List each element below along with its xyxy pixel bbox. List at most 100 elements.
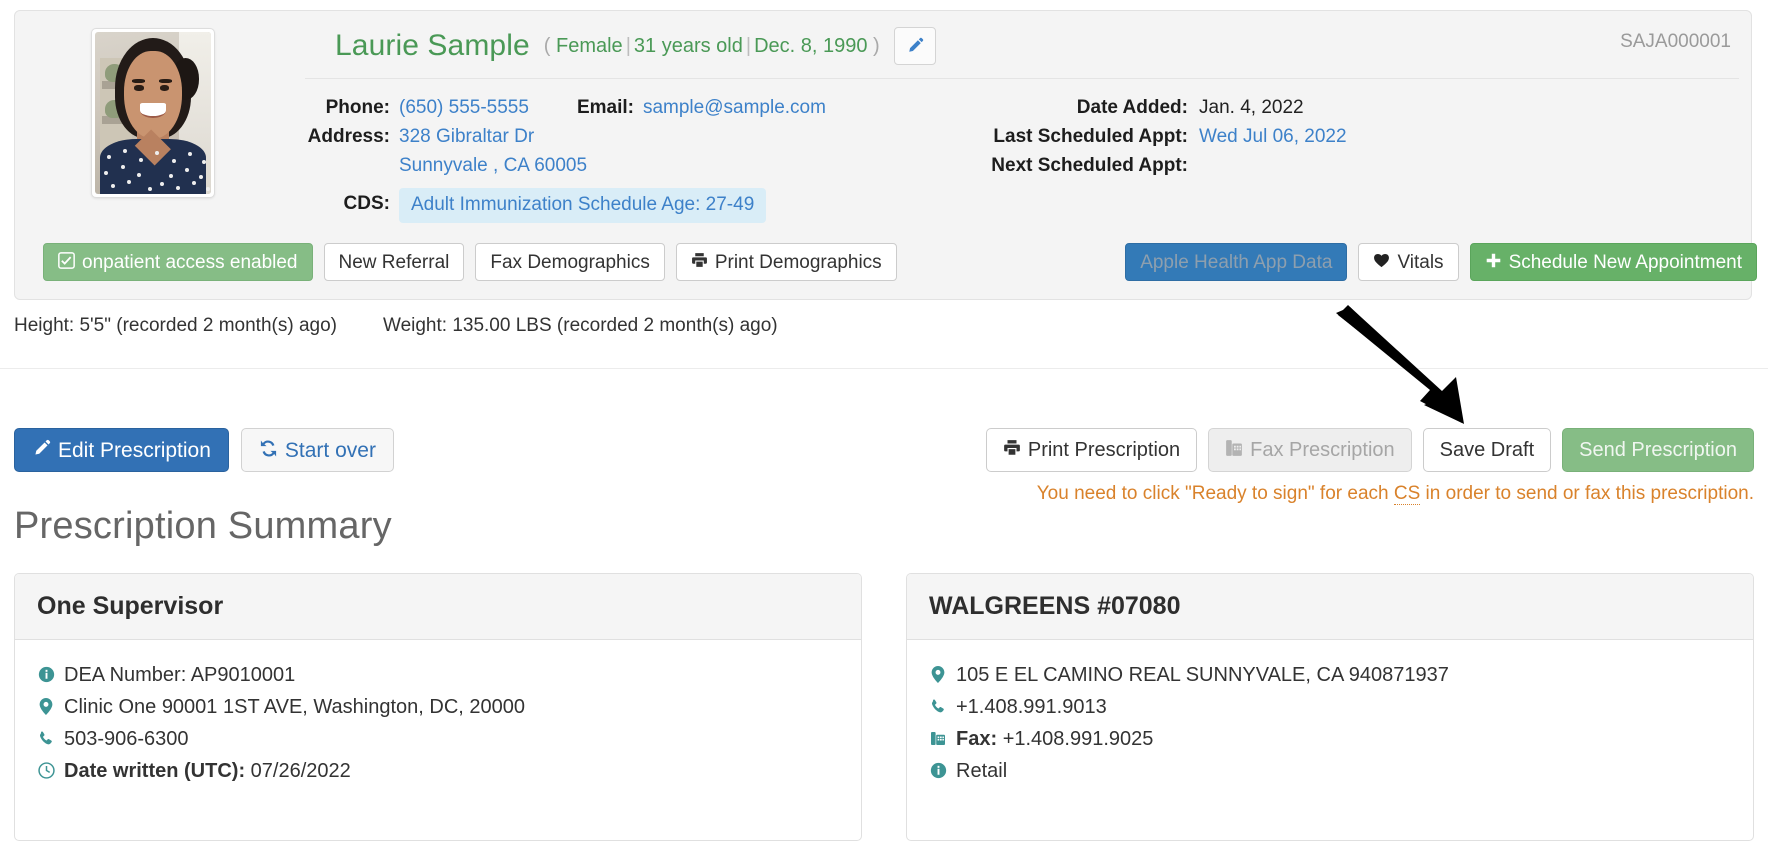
address-line-1[interactable]: 328 Gibraltar Dr	[399, 122, 534, 151]
patient-dob: Dec. 8, 1990	[754, 34, 868, 57]
next-appt-row: Next Scheduled Appt:	[955, 151, 1347, 180]
address-row: Address: 328 Gibraltar Dr	[300, 122, 826, 151]
fax-demographics-button[interactable]: Fax Demographics	[475, 243, 665, 281]
patient-age: 31 years old	[633, 34, 743, 57]
schedule-appointment-label: Schedule New Appointment	[1508, 251, 1742, 273]
info-circle-icon	[37, 660, 55, 690]
supervisor-card-body: DEA Number: AP9010001 Clinic One 90001 1…	[15, 640, 861, 808]
print-demographics-label: Print Demographics	[714, 251, 882, 273]
cds-row: CDS: Adult Immunization Schedule Age: 27…	[300, 186, 826, 223]
prescription-edit-actions: Edit Prescription Start over	[14, 428, 394, 472]
page-title: Laurie Sample	[335, 29, 530, 62]
patient-photo	[95, 32, 211, 194]
new-referral-label: New Referral	[338, 251, 450, 273]
avatar	[91, 28, 215, 198]
paren-open: (	[543, 34, 551, 57]
content-divider	[0, 368, 1768, 369]
fax-prescription-button[interactable]: Fax Prescription	[1208, 428, 1412, 472]
prescription-send-actions: Print Prescription Fax Prescription Save	[985, 428, 1754, 472]
pharmacy-fax-value: +1.408.991.9025	[1002, 728, 1154, 750]
pharmacy-phone-line: +1.408.991.9013	[929, 692, 1731, 722]
supervisor-card-title: One Supervisor	[15, 574, 861, 640]
date-added-value: Jan. 4, 2022	[1199, 97, 1304, 118]
onpatient-access-label: onpatient access enabled	[82, 251, 298, 273]
address-line-2[interactable]: Sunnyvale , CA 60005	[399, 151, 587, 180]
print-prescription-label: Print Prescription	[1027, 439, 1181, 461]
patient-action-bar: onpatient access enabled New Referral Fa…	[43, 243, 1757, 281]
patient-contact-details: Phone: (650) 555-5555 Email: sample@samp…	[300, 93, 826, 223]
pharmacy-card-body: 105 E EL CAMINO REAL SUNNYVALE, CA 94087…	[907, 640, 1753, 808]
patient-appointment-details: Date Added: Jan. 4, 2022 Last Scheduled …	[955, 93, 1347, 180]
cds-label: CDS:	[343, 193, 390, 214]
supervisor-phone-value: 503-906-6300	[64, 728, 189, 750]
patient-name-row: Laurie Sample ( Female | 31 years old | Dec.…	[335, 27, 936, 65]
next-appt-label: Next Scheduled Appt:	[991, 155, 1188, 176]
info-circle-icon	[929, 756, 947, 786]
fax-prescription-label: Fax Prescription	[1250, 439, 1395, 461]
map-pin-icon	[37, 692, 55, 722]
apple-health-label: Apple Health App Data	[1140, 251, 1333, 273]
onpatient-access-button[interactable]: onpatient access enabled	[43, 243, 313, 281]
pharmacy-phone-value: +1.408.991.9013	[956, 696, 1107, 718]
supervisor-address-value: Clinic One 90001 1ST AVE, Washington, DC…	[64, 696, 526, 718]
phone-value[interactable]: (650) 555-5555	[399, 93, 529, 122]
printer-icon	[691, 252, 708, 273]
save-draft-label: Save Draft	[1439, 439, 1535, 461]
edit-patient-button[interactable]	[893, 27, 936, 65]
date-written-line: Date written (UTC): 07/26/2022	[37, 756, 839, 786]
phone-label: Phone:	[325, 97, 390, 118]
new-referral-button[interactable]: New Referral	[323, 243, 465, 281]
pharmacy-type-value: Retail	[956, 760, 1008, 782]
last-appt-value[interactable]: Wed Jul 06, 2022	[1199, 122, 1347, 151]
apple-health-button[interactable]: Apple Health App Data	[1125, 243, 1348, 281]
vitals-label: Vitals	[1397, 251, 1444, 273]
print-demographics-button[interactable]: Print Demographics	[675, 243, 897, 281]
pharmacy-type-line: Retail	[929, 756, 1731, 786]
pharmacy-fax-label: Fax:	[956, 728, 998, 750]
send-prescription-button[interactable]: Send Prescription	[1562, 428, 1754, 472]
schedule-appointment-button[interactable]: Schedule New Appointment	[1469, 243, 1757, 281]
refresh-icon	[259, 439, 278, 462]
edit-prescription-button[interactable]: Edit Prescription	[14, 428, 229, 472]
start-over-button[interactable]: Start over	[240, 428, 394, 472]
height-value: Height: 5'5" (recorded 2 month(s) ago)	[14, 315, 337, 336]
dea-number-line: DEA Number: AP9010001	[37, 660, 839, 690]
date-added-label: Date Added:	[1076, 97, 1188, 118]
phone-icon	[929, 692, 947, 722]
check-square-icon	[58, 251, 75, 273]
date-written-label: Date written (UTC):	[64, 760, 246, 782]
supervisor-phone-line: 503-906-6300	[37, 724, 839, 754]
phone-row: Phone: (650) 555-5555 Email: sample@samp…	[300, 93, 826, 122]
date-written-value: 07/26/2022	[250, 760, 351, 782]
section-title: Prescription Summary	[14, 505, 392, 547]
pharmacy-card: WALGREENS #07080 105 E EL CAMINO REAL SU…	[906, 573, 1754, 841]
printer-icon	[1003, 439, 1021, 461]
clock-icon	[37, 756, 55, 786]
date-added-row: Date Added: Jan. 4, 2022	[955, 93, 1347, 122]
paren-close: )	[873, 34, 880, 57]
vitals-button[interactable]: Vitals	[1358, 243, 1459, 281]
pencil-icon	[906, 37, 924, 55]
cds-badge[interactable]: Adult Immunization Schedule Age: 27-49	[399, 188, 767, 223]
warning-text-post: in order to send or fax this prescriptio…	[1420, 483, 1754, 504]
fax-icon	[1225, 439, 1243, 461]
annotation-arrow-icon	[1336, 305, 1464, 424]
start-over-label: Start over	[284, 438, 376, 462]
email-value[interactable]: sample@sample.com	[643, 93, 826, 122]
supervisor-address-line: Clinic One 90001 1ST AVE, Washington, DC…	[37, 692, 839, 722]
dea-number-value: DEA Number: AP9010001	[64, 664, 296, 686]
patient-sex: Female	[555, 34, 623, 57]
pharmacy-card-title: WALGREENS #07080	[907, 574, 1753, 640]
map-pin-icon	[929, 660, 947, 690]
plus-icon	[1485, 252, 1502, 273]
weight-value: Weight: 135.00 LBS (recorded 2 month(s) …	[382, 315, 778, 336]
save-draft-button[interactable]: Save Draft	[1422, 428, 1552, 472]
last-appt-label: Last Scheduled Appt:	[993, 126, 1188, 147]
print-prescription-button[interactable]: Print Prescription	[985, 428, 1198, 472]
fax-demographics-label: Fax Demographics	[490, 251, 650, 273]
address-label: Address:	[307, 126, 390, 147]
patient-chart-id: SAJA000001	[1620, 31, 1731, 52]
summary-cards: One Supervisor DEA Number: AP9010001 Cli…	[14, 573, 1754, 841]
ready-to-sign-warning: You need to click "Ready to sign" for ea…	[1037, 483, 1754, 505]
cs-abbreviation: CS	[1393, 483, 1421, 505]
